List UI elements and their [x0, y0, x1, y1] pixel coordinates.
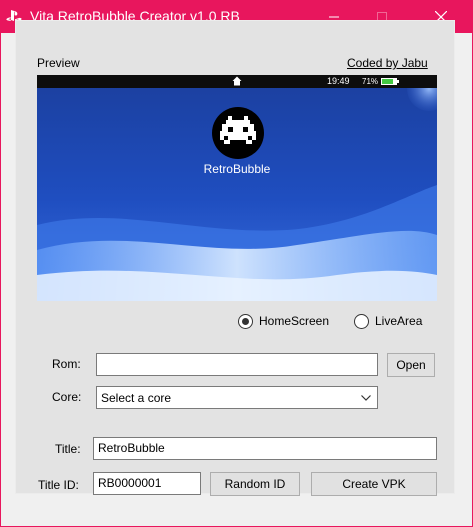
- credit-link[interactable]: Coded by Jabu: [347, 56, 428, 70]
- preview-image: 19:49 71% RetroBubble: [37, 75, 437, 301]
- title-label: Title:: [55, 442, 81, 456]
- radio-selected-icon: [238, 313, 253, 329]
- homescreen-radio[interactable]: HomeScreen: [238, 313, 329, 329]
- battery-percent: 71%: [362, 77, 379, 86]
- rom-label: Rom:: [52, 357, 81, 371]
- preview-label: Preview: [37, 56, 80, 70]
- create-vpk-button[interactable]: Create VPK: [311, 472, 437, 496]
- title-input[interactable]: RetroBubble: [93, 437, 437, 460]
- core-select-value: Select a core: [101, 390, 172, 405]
- open-button[interactable]: Open: [387, 353, 435, 377]
- rom-input[interactable]: [96, 353, 378, 376]
- livearea-radio-label: LiveArea: [375, 314, 423, 328]
- bubble-app-name: RetroBubble: [203, 162, 271, 176]
- battery-icon: [381, 78, 399, 85]
- core-select[interactable]: Select a core: [96, 386, 378, 409]
- status-bar: 19:49 71%: [37, 75, 437, 88]
- livearea-radio[interactable]: LiveArea: [354, 313, 422, 329]
- chevron-down-icon: [361, 394, 371, 401]
- retroarch-bubble-icon: [212, 107, 264, 159]
- random-id-button[interactable]: Random ID: [210, 472, 300, 496]
- radio-unselected-icon: [354, 313, 369, 329]
- core-label: Core:: [52, 390, 82, 404]
- home-icon: [232, 76, 242, 86]
- homescreen-radio-label: HomeScreen: [259, 314, 330, 328]
- title-id-label: Title ID:: [38, 478, 79, 492]
- title-id-input[interactable]: RB0000001: [93, 472, 201, 495]
- status-time: 19:49: [327, 76, 350, 86]
